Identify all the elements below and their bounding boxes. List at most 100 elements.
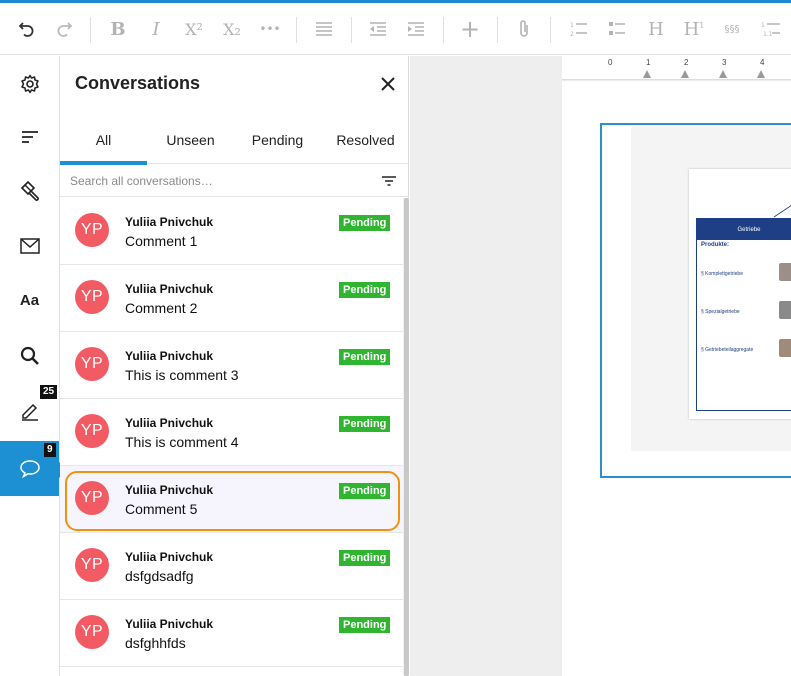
bullet-list-button[interactable] xyxy=(601,13,633,45)
edits-count-badge: 25 xyxy=(40,385,58,399)
conversation-text: This is comment 3 xyxy=(125,367,239,383)
avatar: YP xyxy=(75,481,109,515)
slide-subtitle: Produkte: xyxy=(701,242,730,248)
conversation-author: Yuliia Pnivchuk xyxy=(125,617,214,631)
rail-item-messages[interactable] xyxy=(0,218,59,273)
indent-button[interactable] xyxy=(400,13,432,45)
slide-bullet: § Komplettgetriebe xyxy=(701,271,743,277)
conversation-item-selected[interactable]: YP Yuliia Pnivchuk Comment 5 Pending xyxy=(60,466,403,533)
toolbar-separator xyxy=(90,17,91,43)
conversation-text: dsfghhfds xyxy=(125,635,186,651)
tab-all[interactable]: All xyxy=(60,116,147,165)
attach-button[interactable] xyxy=(508,13,540,45)
outline-button[interactable]: 1 1.1 xyxy=(755,13,787,45)
gear-icon xyxy=(20,74,39,93)
ruler-tab-marker[interactable] xyxy=(681,70,689,78)
magnifier-icon xyxy=(20,346,39,365)
conversation-list: YP Yuliia Pnivchuk Comment 1 Pending YP … xyxy=(60,198,403,676)
tab-resolved[interactable]: Resolved xyxy=(322,116,409,164)
conversation-text: dsfgdsadfg xyxy=(125,568,194,584)
envelope-icon xyxy=(19,237,40,254)
italic-button[interactable]: I xyxy=(140,13,172,45)
outdent-icon xyxy=(370,22,386,36)
redo-button[interactable] xyxy=(48,13,80,45)
paperclip-icon xyxy=(520,20,528,37)
indent-icon xyxy=(408,22,424,36)
product-image-thumb xyxy=(779,339,791,357)
heading-number-sup: 1 xyxy=(699,20,705,30)
subscript-button[interactable]: X₂ xyxy=(216,13,248,45)
conversation-author: Yuliia Pnivchuk xyxy=(125,349,214,363)
slide-card: Getriebe Produkte: § Komplettgetriebe § … xyxy=(689,169,791,419)
heading-number-button[interactable]: H1 xyxy=(678,13,710,45)
section-button[interactable]: §§§ xyxy=(716,13,748,45)
conversation-item[interactable]: YP Yuliia Pnivchuk dsfghhfds Pending xyxy=(60,600,403,667)
status-badge: Pending xyxy=(339,416,391,432)
avatar: YP xyxy=(75,213,109,247)
filter-button[interactable] xyxy=(380,172,398,190)
conversation-author: Yuliia Pnivchuk xyxy=(125,483,214,497)
scroll-thumb[interactable] xyxy=(404,198,409,676)
more-button[interactable]: ••• xyxy=(254,13,286,45)
selected-image-frame[interactable]: Getriebe Produkte: § Komplettgetriebe § … xyxy=(600,123,791,478)
ruler-label: 1 xyxy=(646,58,651,67)
close-panel-button[interactable] xyxy=(376,72,400,96)
avatar: YP xyxy=(75,280,109,314)
document-canvas: 0 1 2 3 4 Getriebe Produkte: § Komplettg… xyxy=(410,56,791,676)
outdent-button[interactable] xyxy=(362,13,394,45)
bold-button[interactable]: B xyxy=(102,13,134,45)
heading-button[interactable]: H xyxy=(640,13,672,45)
search-conversations-input[interactable] xyxy=(70,170,370,192)
editor-toolbar: B I X² X₂ ••• + 12 H H1 §§§ 1 1.1 xyxy=(0,3,791,55)
slide-title: Getriebe xyxy=(697,219,791,240)
align-icon xyxy=(316,22,332,36)
conversation-item[interactable]: YP Yuliia Pnivchuk Comment 2 Pending xyxy=(60,265,403,332)
status-badge: Pending xyxy=(339,550,391,566)
svg-text:1: 1 xyxy=(761,22,765,29)
status-badge: Pending xyxy=(339,282,391,298)
avatar: YP xyxy=(75,414,109,448)
tab-pending[interactable]: Pending xyxy=(234,116,321,164)
rail-item-typography[interactable]: Aa xyxy=(0,273,59,328)
rail-item-edits[interactable]: 25 xyxy=(0,383,59,438)
numbered-list-icon: 12 xyxy=(570,22,587,38)
bullet-list-icon xyxy=(609,22,625,35)
lines-icon xyxy=(21,130,38,143)
conversation-author: Yuliia Pnivchuk xyxy=(125,416,214,430)
svg-text:1: 1 xyxy=(570,22,574,29)
list-scrollbar[interactable] xyxy=(403,198,409,676)
align-button[interactable] xyxy=(308,13,340,45)
conversation-author: Yuliia Pnivchuk xyxy=(125,550,214,564)
avatar: YP xyxy=(75,548,109,582)
slide-content-box: Getriebe Produkte: § Komplettgetriebe § … xyxy=(696,218,791,411)
ruler-tab-marker[interactable] xyxy=(719,70,727,78)
side-rail: Aa 25 9 xyxy=(0,56,60,676)
toolbar-separator xyxy=(351,17,352,43)
conversation-text: Comment 5 xyxy=(125,501,198,517)
ruler-tab-marker[interactable] xyxy=(643,70,651,78)
slide-bullet: § Getriebeteilaggregate xyxy=(701,347,754,353)
tab-unseen[interactable]: Unseen xyxy=(147,116,234,164)
conversation-item[interactable]: YP Yuliia Pnivchuk This is comment 3 Pen… xyxy=(60,332,403,399)
conversation-item[interactable]: YP Yuliia Pnivchuk This is comment 4 Pen… xyxy=(60,399,403,466)
numbered-list-button[interactable]: 12 xyxy=(563,13,595,45)
rail-item-search[interactable] xyxy=(0,328,59,383)
conversation-item[interactable]: YP Yuliia Pnivchuk Comment 1 Pending xyxy=(60,198,403,265)
ruler-tab-marker[interactable] xyxy=(757,70,765,78)
insert-button[interactable]: + xyxy=(454,13,486,45)
close-icon xyxy=(381,77,395,91)
rail-item-conversations[interactable]: 9 xyxy=(0,441,59,496)
conversation-tabs: All Unseen Pending Resolved xyxy=(60,116,409,165)
conversations-count-badge: 9 xyxy=(44,443,56,457)
slide-bullet: § Spezialgetriebe xyxy=(701,309,740,315)
rail-item-structure[interactable] xyxy=(0,109,59,164)
svg-text:1.1: 1.1 xyxy=(763,31,773,38)
rail-item-styles[interactable] xyxy=(0,163,59,218)
undo-button[interactable] xyxy=(11,13,43,45)
avatar: YP xyxy=(75,615,109,649)
rail-item-settings[interactable] xyxy=(0,56,59,111)
conversation-item[interactable]: YP Yuliia Pnivchuk dsfgdsadfg Pending xyxy=(60,533,403,600)
superscript-button[interactable]: X² xyxy=(178,13,210,45)
panel-title: Conversations xyxy=(75,73,201,93)
toolbar-separator xyxy=(497,17,498,43)
